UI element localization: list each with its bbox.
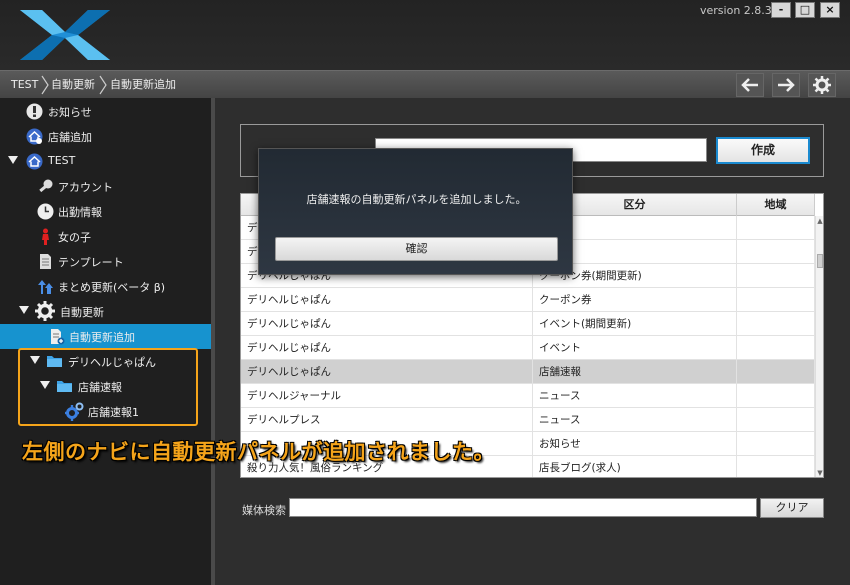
sidebar: お知らせ 店舗追加 TEST アカウント 出勤情報 女の子 テンプレート まとめ… (0, 98, 211, 585)
cell-region (737, 336, 815, 360)
sidebar-item-label: 出勤情報 (58, 206, 102, 219)
cell-region (737, 432, 815, 456)
cell-region (737, 456, 815, 477)
sidebar-item-label: 店舗追加 (48, 131, 92, 144)
annotation-highlight-box (18, 348, 198, 426)
left-arrow-icon (741, 78, 758, 92)
person-icon (42, 228, 49, 245)
cell-category: イベント (533, 336, 737, 360)
cell-media: デリヘルじゃぱん (241, 360, 533, 384)
cell-media: デリヘルプレス (241, 408, 533, 432)
sidebar-item-news[interactable]: お知らせ (0, 99, 211, 124)
sidebar-item-bulk-update[interactable]: まとめ更新(ベータ β) (0, 274, 211, 299)
chevron-right-icon (41, 75, 49, 95)
table-row[interactable]: デリヘルじゃぱん イベント(期間更新) (241, 312, 815, 336)
gear-icon (35, 301, 55, 321)
cell-region (737, 312, 815, 336)
title-bar: version 2.8.3 - □ × (0, 0, 850, 70)
key-icon (39, 179, 53, 193)
sidebar-item-label: アカウント (58, 181, 113, 194)
table-row[interactable]: デリヘルじゃぱん 店舗速報 (241, 360, 815, 384)
cell-region (737, 240, 815, 264)
sidebar-item-label: テンプレート (58, 256, 124, 269)
sidebar-item-attendance[interactable]: 出勤情報 (0, 199, 211, 224)
sidebar-item-template[interactable]: テンプレート (0, 249, 211, 274)
table-row[interactable]: デリヘルプレス ニュース (241, 408, 815, 432)
forward-button[interactable] (772, 73, 800, 97)
settings-button[interactable] (808, 73, 836, 97)
info-icon (26, 103, 43, 120)
cell-region (737, 264, 815, 288)
clock-icon (37, 203, 54, 220)
maximize-button[interactable]: □ (795, 2, 815, 18)
home-add-icon (26, 128, 43, 145)
table-row[interactable]: デリヘルじゃぱん クーポン券 (241, 288, 815, 312)
cell-media: デリヘルじゃぱん (241, 288, 533, 312)
search-input[interactable] (289, 498, 757, 517)
minimize-button[interactable]: - (771, 2, 791, 18)
version-label: version 2.8.3 (700, 4, 772, 17)
chevron-right-icon (99, 75, 107, 95)
breadcrumb-item-auto-update-add[interactable]: 自動更新追加 (110, 71, 176, 99)
confirm-button[interactable]: 確認 (275, 237, 558, 261)
sidebar-item-auto-update[interactable]: 自動更新 (0, 299, 211, 324)
cell-category: イベント(期間更新) (533, 312, 737, 336)
create-button[interactable]: 作成 (716, 137, 810, 164)
sidebar-item-girls[interactable]: 女の子 (0, 224, 211, 249)
table-row[interactable]: デリヘルジャーナル ニュース (241, 384, 815, 408)
add-document-icon (51, 329, 65, 345)
sidebar-item-label: まとめ更新(ベータ β) (58, 281, 166, 294)
cell-region (737, 384, 815, 408)
gear-icon (813, 76, 831, 94)
home-icon (26, 153, 43, 170)
column-header-region[interactable]: 地域 (737, 194, 815, 216)
sidebar-item-auto-update-add[interactable]: 自動更新追加 (0, 324, 211, 349)
cell-category: ニュース (533, 408, 737, 432)
cell-media: デリヘルジャーナル (241, 384, 533, 408)
document-icon (40, 254, 51, 269)
breadcrumb-item-auto-update[interactable]: 自動更新 (51, 71, 95, 99)
table-row[interactable]: デリヘルじゃぱん イベント (241, 336, 815, 360)
sidebar-item-add-store[interactable]: 店舗追加 (0, 124, 211, 149)
upload-icon (38, 280, 53, 294)
scrollbar-thumb[interactable] (817, 254, 823, 268)
cell-category: 店長ブログ(求人) (533, 456, 737, 477)
cell-region (737, 408, 815, 432)
scroll-down-icon[interactable]: ▼ (817, 469, 823, 477)
cell-region (737, 360, 815, 384)
annotation-caption: 左側のナビに自動更新パネルが追加されました。 (22, 440, 495, 464)
sidebar-item-label: 女の子 (58, 231, 91, 244)
vertical-scrollbar[interactable]: ▲ ▼ (815, 216, 823, 477)
close-button[interactable]: × (820, 2, 840, 18)
sidebar-item-label: 自動更新追加 (69, 331, 135, 344)
right-arrow-icon (778, 78, 795, 92)
cell-media: デリヘルじゃぱん (241, 312, 533, 336)
expand-triangle-icon[interactable] (19, 306, 29, 314)
breadcrumb: TEST 自動更新 自動更新追加 (0, 70, 850, 98)
sidebar-item-label: 自動更新 (60, 306, 104, 319)
confirmation-dialog: 店舗速報の自動更新パネルを追加しました。 確認 (258, 148, 573, 275)
back-button[interactable] (736, 73, 764, 97)
dialog-message: 店舗速報の自動更新パネルを追加しました。 (306, 193, 527, 206)
app-window: version 2.8.3 - □ × TEST 自動更新 自動更新追加 お知ら… (0, 0, 850, 585)
clear-button[interactable]: クリア (760, 498, 824, 518)
cell-region (737, 216, 815, 240)
sidebar-item-label: TEST (48, 154, 76, 167)
sidebar-item-account[interactable]: アカウント (0, 174, 211, 199)
cell-category: ニュース (533, 384, 737, 408)
scroll-up-icon[interactable]: ▲ (817, 217, 823, 225)
cell-category: お知らせ (533, 432, 737, 456)
cell-category: 店舗速報 (533, 360, 737, 384)
breadcrumb-item-test[interactable]: TEST (11, 71, 38, 99)
sidebar-item-label: お知らせ (48, 106, 92, 119)
expand-triangle-icon[interactable] (8, 156, 18, 164)
app-logo (20, 10, 110, 60)
sidebar-item-test[interactable]: TEST (0, 149, 211, 174)
cell-media: デリヘルじゃぱん (241, 336, 533, 360)
cell-region (737, 288, 815, 312)
cell-category: クーポン券 (533, 288, 737, 312)
search-label: 媒体検索 (242, 504, 286, 517)
